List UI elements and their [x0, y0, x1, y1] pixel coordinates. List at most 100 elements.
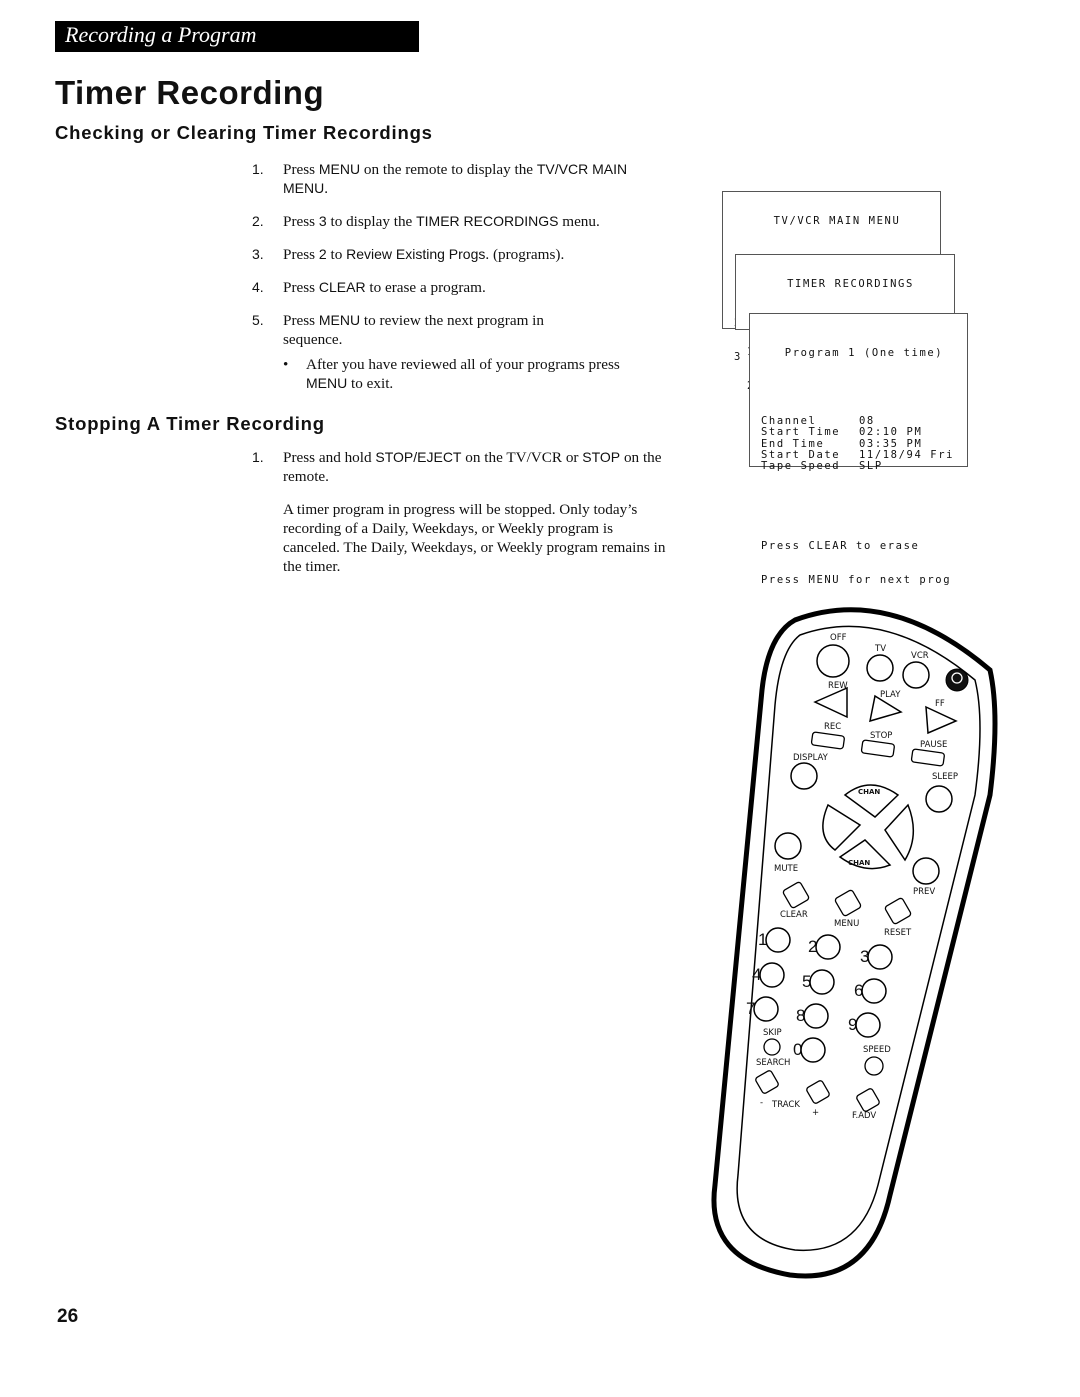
bullet-text: After you have reviewed all of your prog… [306, 356, 620, 373]
label-reset: RESET [884, 928, 912, 938]
digit-9-button [855, 1012, 881, 1038]
key-timer-recordings: TIMER RECORDINGS [416, 213, 559, 229]
step-1: 1. Press MENU on the remote to display t… [252, 160, 672, 198]
osd-row-value: 02:10 PM [859, 426, 923, 439]
bullet-note: • After you have reviewed all of your pr… [252, 355, 652, 393]
step-3: 3. Press 2 to Review Existing Progs. (pr… [252, 245, 672, 264]
checking-steps: 1. Press MENU on the remote to display t… [252, 160, 672, 393]
sleep-button [925, 785, 953, 813]
page-title: Timer Recording [55, 74, 325, 111]
step-2: 2. Press 3 to display the TIMER RECORDIN… [252, 212, 672, 231]
step-text: . [324, 180, 329, 197]
display-button [790, 762, 818, 790]
label-chan-up: CHAN [858, 788, 880, 796]
label-track-plus: + [812, 1108, 819, 1118]
step-number: 5. [252, 312, 264, 328]
key-stop-eject: STOP/EJECT [375, 449, 462, 465]
label-tv: TV [874, 644, 886, 654]
label-skip: SKIP [763, 1028, 782, 1038]
remote-control-illustration: OFF TV VCR REW PLAY FF REC STOP PAUSE DI… [700, 595, 1020, 1295]
label-vcr: VCR [911, 651, 929, 661]
osd-row-value: 11/18/94 Fri [859, 449, 955, 462]
osd-program-title: Program 1 (One time) [784, 346, 944, 359]
stopping-heading: Stopping A Timer Recording [55, 413, 325, 434]
label-track-minus: - [760, 1098, 763, 1108]
digit-7-button [753, 996, 779, 1022]
digit-2-button [815, 934, 841, 960]
label-speed: SPEED [863, 1045, 891, 1055]
key-menu: MENU [318, 161, 361, 177]
light-button [945, 668, 969, 692]
prev-button [912, 857, 940, 885]
section-banner: Recording a Program [55, 21, 419, 52]
digit-3-button [867, 944, 893, 970]
step-text: on the remote to display the [360, 161, 537, 178]
step-text: on the TV/VCR or [461, 449, 583, 466]
step-4: 4. Press CLEAR to erase a program. [252, 278, 672, 297]
label-sleep: SLEEP [932, 772, 958, 782]
step-number: 1. [252, 161, 264, 177]
key-clear: CLEAR [318, 279, 366, 295]
step-text: Press [283, 161, 319, 178]
step-text: to [326, 246, 347, 263]
key-review-existing: Review Existing Progs [346, 246, 486, 262]
osd-row-value: SLP [859, 460, 883, 473]
step-number: 3. [252, 246, 264, 262]
step-text: . (programs). [485, 246, 565, 263]
checking-heading: Checking or Clearing Timer Recordings [55, 122, 433, 143]
step-number: 4. [252, 279, 264, 295]
osd-main-menu-title: TV/VCR MAIN MENU [773, 214, 901, 227]
key-2: 2 [318, 246, 327, 262]
speed-button [864, 1056, 884, 1076]
digit-5-button [809, 969, 835, 995]
label-play: PLAY [880, 690, 901, 700]
label-fadv: F.ADV [852, 1111, 876, 1121]
label-search: SEARCH [756, 1058, 790, 1068]
off-button [816, 644, 850, 678]
step-text: to erase a program. [365, 279, 486, 296]
digit-8-button [803, 1003, 829, 1029]
digit-1-button [765, 927, 791, 953]
step-text: Press [283, 312, 319, 329]
stopping-note: A timer program in progress will be stop… [283, 501, 666, 575]
key-menu: MENU [306, 375, 348, 391]
osd-program-row: Tape Speed SLP [761, 460, 967, 473]
label-track: TRACK [771, 1100, 800, 1110]
step-text: Press [283, 213, 319, 230]
step-text: to display the [326, 213, 417, 230]
bullet-text: to exit. [347, 375, 394, 392]
step-text: Press and hold [283, 449, 376, 466]
key-menu: MENU [318, 312, 361, 328]
remote-body [711, 607, 998, 1279]
digit-6-button [861, 978, 887, 1004]
label-display: DISPLAY [793, 753, 829, 763]
step-5: 5. Press MENU to review the next program… [252, 311, 592, 349]
key-stop: STOP [582, 449, 621, 465]
step-text: Press [283, 279, 319, 296]
label-ff: FF [935, 699, 945, 709]
label-pause: PAUSE [920, 740, 947, 750]
osd-program: Program 1 (One time) Channel 08 Start Time… [749, 313, 968, 586]
osd-row-value: 08 [859, 414, 875, 427]
bullet-dot: • [283, 356, 289, 373]
skip-search-button [763, 1038, 781, 1056]
tv-button [866, 654, 894, 682]
step-text: menu. [558, 213, 600, 230]
label-rec: REC [824, 722, 841, 732]
step-number: 1. [252, 449, 264, 465]
osd-footer-line: Press CLEAR to erase [761, 539, 920, 552]
stopping-steps: 1. Press and hold STOP/EJECT on the TV/V… [252, 448, 682, 576]
section-banner-label: Recording a Program [65, 22, 257, 47]
key-3: 3 [318, 213, 327, 229]
osd-program-rows: Channel 08 Start Time 02:10 PM End Time 03:35… [761, 414, 967, 473]
label-mute: MUTE [774, 864, 798, 874]
osd-row-value: 03:35 PM [859, 437, 923, 450]
osd-timer-menu-title: TIMER RECORDINGS [787, 277, 914, 290]
mute-button [774, 832, 802, 860]
digit-0-button [800, 1037, 826, 1063]
label-prev: PREV [913, 887, 935, 897]
label-stop: STOP [870, 731, 892, 741]
osd-row-label: Tape Speed [761, 460, 841, 473]
label-off: OFF [830, 633, 847, 643]
step-text: Press [283, 246, 319, 263]
